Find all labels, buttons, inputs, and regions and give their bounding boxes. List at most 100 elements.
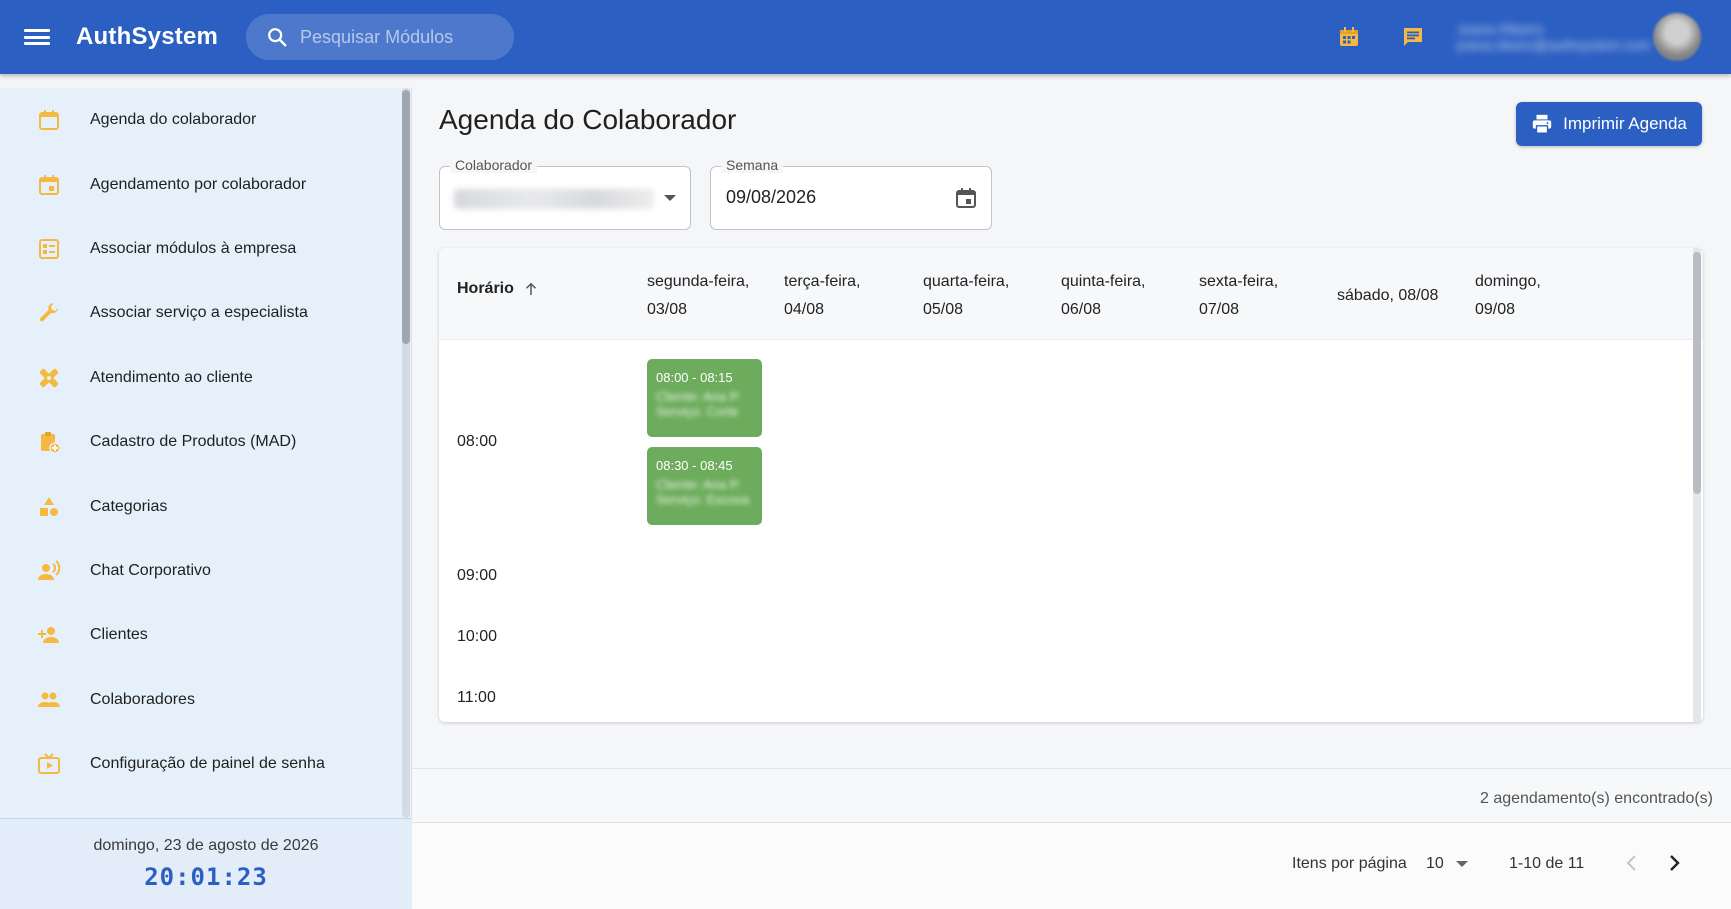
chevron-left-icon[interactable]: [1620, 851, 1644, 875]
category-icon: [36, 494, 62, 520]
day-header-thursday: quinta-feira, 06/08: [1061, 273, 1146, 318]
sidebar-item-colaboradores[interactable]: Colaboradores: [0, 668, 400, 732]
avatar[interactable]: [1653, 13, 1701, 61]
appointment-service: Serviço: Corte: [656, 404, 739, 419]
sidebar-menu: Agenda do colaborador Agendamento por co…: [0, 88, 400, 818]
healing-icon: [36, 365, 62, 391]
calendar-icon[interactable]: [1329, 17, 1369, 57]
calendar-scrollbar[interactable]: [1693, 248, 1701, 722]
day-header-wednesday: quarta-feira, 05/08: [923, 273, 1010, 318]
user-email: joana.ribeiro@authsystem.com: [1457, 37, 1651, 53]
appointment-service: Serviço: Escova: [656, 492, 750, 507]
chevron-down-icon: [1455, 861, 1468, 867]
menu-icon[interactable]: [24, 27, 50, 47]
top-app-bar: AuthSystem Joana Ribeiro joana.ribeiro@a…: [0, 0, 1731, 74]
appointment-time: 08:30 - 08:45: [656, 458, 733, 473]
appointment-card[interactable]: 08:30 - 08:45 Cliente: Ana P. Serviço: E…: [647, 447, 762, 525]
current-time: 20:01:23: [144, 863, 268, 891]
horario-label: Horário: [457, 280, 514, 297]
ballot-icon: [36, 236, 62, 262]
user-name: Joana Ribeiro: [1457, 21, 1544, 37]
sidebar-item-label: Agendamento por colaborador: [90, 175, 307, 193]
print-icon: [1532, 114, 1552, 134]
print-agenda-button[interactable]: Imprimir Agenda: [1516, 102, 1702, 146]
day-header-friday: sexta-feira, 07/08: [1199, 273, 1279, 318]
sidebar: Agenda do colaborador Agendamento por co…: [0, 88, 412, 909]
week-calendar: Horário segunda-feira, 03/08 terça-feira,…: [439, 248, 1703, 722]
sidebar-scrollbar-thumb[interactable]: [402, 90, 410, 344]
sidebar-item-chat-corporativo[interactable]: Chat Corporativo: [0, 539, 400, 603]
sidebar-item-label: Categorias: [90, 497, 168, 515]
current-date: domingo, 23 de agosto de 2026: [93, 837, 319, 854]
time-slot-label: 09:00: [457, 567, 498, 584]
semana-input[interactable]: [726, 187, 926, 208]
calendar-scrollbar-thumb[interactable]: [1693, 252, 1701, 494]
semana-field[interactable]: Semana: [710, 157, 992, 230]
page-size-select[interactable]: 10: [1426, 855, 1468, 873]
sidebar-scrollbar[interactable]: [402, 88, 410, 818]
arrow-up-icon: [525, 282, 536, 295]
sidebar-item-config-painel[interactable]: Configuração de painel de senha: [0, 732, 400, 796]
colaborador-label: Colaborador: [450, 157, 538, 173]
semana-label: Semana: [721, 157, 784, 173]
sidebar-item-associar-modulos[interactable]: Associar módulos à empresa: [0, 217, 400, 281]
chevron-down-icon: [664, 195, 676, 201]
time-slot-label: 10:00: [457, 628, 498, 645]
sidebar-item-cadastro-produtos[interactable]: Cadastro de Produtos (MAD): [0, 410, 400, 474]
appointment-client: Cliente: Ana P.: [656, 477, 741, 492]
calendar-picker-icon[interactable]: [953, 185, 979, 211]
main-content: Agenda do Colaborador Imprimir Agenda Co…: [412, 74, 1731, 909]
calendar-header: Horário segunda-feira, 03/08 terça-feira,…: [439, 248, 1703, 340]
search-icon: [268, 28, 287, 47]
appointment-client: Cliente: Ana P.: [656, 389, 741, 404]
event-icon: [36, 172, 62, 198]
page-range: 1-10 de 11: [1509, 855, 1585, 872]
chat-icon[interactable]: [1393, 17, 1433, 57]
wrench-icon: [36, 300, 62, 326]
sidebar-item-associar-servico[interactable]: Associar serviço a especialista: [0, 281, 400, 345]
items-per-page-label: Itens por página: [1292, 855, 1407, 872]
calendar-today-icon: [36, 107, 62, 133]
sidebar-item-label: Configuração de painel de senha: [90, 755, 325, 773]
sidebar-item-label: Agenda do colaborador: [90, 111, 257, 129]
colaborador-select[interactable]: Colaborador: [439, 157, 691, 230]
search-input[interactable]: [300, 26, 501, 48]
live-tv-icon: [36, 751, 62, 777]
sidebar-clock-panel: domingo, 23 de agosto de 2026 20:01:23: [0, 818, 412, 909]
sidebar-item-label: Colaboradores: [90, 690, 195, 708]
day-header-tuesday: terça-feira, 04/08: [784, 273, 861, 318]
colaborador-value: [454, 189, 654, 209]
sidebar-item-label: Clientes: [90, 626, 148, 644]
paginator: Itens por página 10 1-10 de 11: [412, 822, 1731, 909]
results-count-bar: 2 agendamento(s) encontrado(s): [412, 768, 1731, 822]
appointment-time: 08:00 - 08:15: [656, 370, 733, 385]
sort-horario-header[interactable]: Horário: [457, 280, 540, 298]
people-icon: [36, 687, 62, 713]
sidebar-item-label: Cadastro de Produtos (MAD): [90, 433, 297, 451]
sidebar-item-label: Chat Corporativo: [90, 561, 211, 579]
sidebar-item-agenda-colaborador[interactable]: Agenda do colaborador: [0, 88, 400, 152]
page-size-value: 10: [1426, 855, 1444, 872]
assignment-add-icon: [36, 429, 62, 455]
time-slot-label: 11:00: [457, 689, 496, 706]
record-voice-icon: [36, 558, 62, 584]
day-header-monday: segunda-feira, 03/08: [647, 273, 750, 318]
day-header-sunday: domingo, 09/08: [1475, 273, 1541, 318]
sidebar-item-agendamento[interactable]: Agendamento por colaborador: [0, 152, 400, 216]
day-header-saturday: sábado, 08/08: [1337, 287, 1439, 304]
sidebar-item-label: Associar módulos à empresa: [90, 239, 297, 257]
sidebar-item-clientes[interactable]: Clientes: [0, 603, 400, 667]
print-agenda-label: Imprimir Agenda: [1563, 114, 1687, 133]
time-slot-label: 08:00: [457, 433, 498, 450]
sidebar-item-atendimento[interactable]: Atendimento ao cliente: [0, 346, 400, 410]
sidebar-item-label: Associar serviço a especialista: [90, 304, 308, 322]
app-brand[interactable]: AuthSystem: [76, 23, 218, 51]
user-info[interactable]: Joana Ribeiro joana.ribeiro@authsystem.c…: [1457, 15, 1651, 59]
sidebar-item-categorias[interactable]: Categorias: [0, 474, 400, 538]
page-title: Agenda do Colaborador: [439, 104, 737, 135]
appointment-card[interactable]: 08:00 - 08:15 Cliente: Ana P. Serviço: C…: [647, 359, 762, 437]
chevron-right-icon[interactable]: [1662, 851, 1686, 875]
search-box[interactable]: [246, 14, 515, 60]
results-count: 2 agendamento(s) encontrado(s): [1479, 790, 1713, 807]
sidebar-item-label: Atendimento ao cliente: [90, 368, 253, 386]
